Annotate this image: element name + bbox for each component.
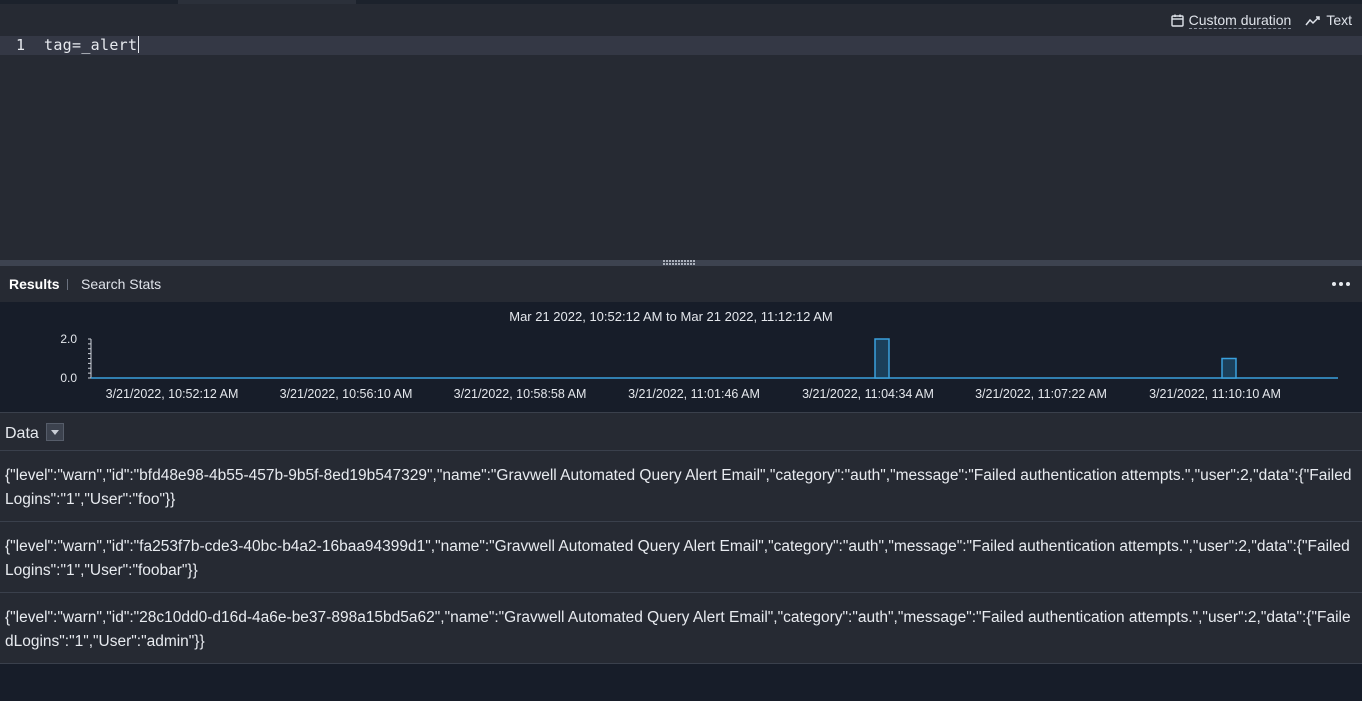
histogram-svg[interactable]: 2.0 0.0 3/21/2022, 10:52:12 AM 3/21/2022, 1… [0,302,1362,412]
data-column-label: Data [5,425,39,442]
x-tick-label: 3/21/2022, 11:07:22 AM [975,387,1107,401]
overview-chart[interactable]: Mar 21 2022, 10:52:12 AM to Mar 21 2022,… [0,302,1362,412]
row-text: {"level":"warn","id":"fa253f7b-cde3-40bc… [5,538,1350,579]
code-line-active[interactable]: 1 tag=_alert [0,36,1362,55]
grip-icon [663,260,695,265]
text-cursor [138,36,140,53]
query-editor[interactable]: Custom duration Text 1 tag=_alert [0,4,1362,260]
text-renderer-label: Text [1326,12,1352,28]
row-text: {"level":"warn","id":"28c10dd0-d16d-4a6e… [5,609,1351,650]
row-text: {"level":"warn","id":"bfd48e98-4b55-457b… [5,467,1352,508]
histogram-bar [1221,357,1237,379]
query-text[interactable]: tag=_alert [44,36,140,55]
text-renderer-button[interactable]: Text [1305,12,1352,28]
custom-duration-button[interactable]: Custom duration [1170,11,1292,29]
tab-divider [67,279,68,290]
tab-search-stats[interactable]: Search Stats [81,276,161,292]
x-tick-label: 3/21/2022, 11:01:46 AM [628,387,760,401]
tab-results[interactable]: Results [9,276,60,292]
table-row[interactable]: {"level":"warn","id":"fa253f7b-cde3-40bc… [0,522,1362,593]
table-row[interactable]: {"level":"warn","id":"bfd48e98-4b55-457b… [0,451,1362,522]
x-tick-label: 3/21/2022, 10:58:58 AM [454,387,587,401]
y-tick-label: 2.0 [60,332,77,346]
results-tab-bar: Results Search Stats [0,266,1362,302]
results-list: {"level":"warn","id":"bfd48e98-4b55-457b… [0,451,1362,664]
line-number: 1 [16,36,26,54]
x-tick-label: 3/21/2022, 11:10:10 AM [1149,387,1281,401]
calendar-icon [1170,14,1184,27]
table-row[interactable]: {"level":"warn","id":"28c10dd0-d16d-4a6e… [0,593,1362,664]
more-horizontal-icon[interactable] [1332,282,1350,286]
trend-line-icon [1305,15,1321,25]
histogram-bar [874,338,890,379]
data-column-header: Data [0,412,1362,451]
x-tick-label: 3/21/2022, 10:52:12 AM [106,387,239,401]
x-tick-label: 3/21/2022, 11:04:34 AM [802,387,934,401]
query-value: tag=_alert [44,36,138,54]
caret-down-icon[interactable] [46,423,64,441]
y-tick-label: 0.0 [60,371,77,385]
custom-duration-label: Custom duration [1188,11,1292,29]
x-tick-label: 3/21/2022, 10:56:10 AM [280,387,413,401]
editor-toolbar: Custom duration Text [1170,10,1352,30]
